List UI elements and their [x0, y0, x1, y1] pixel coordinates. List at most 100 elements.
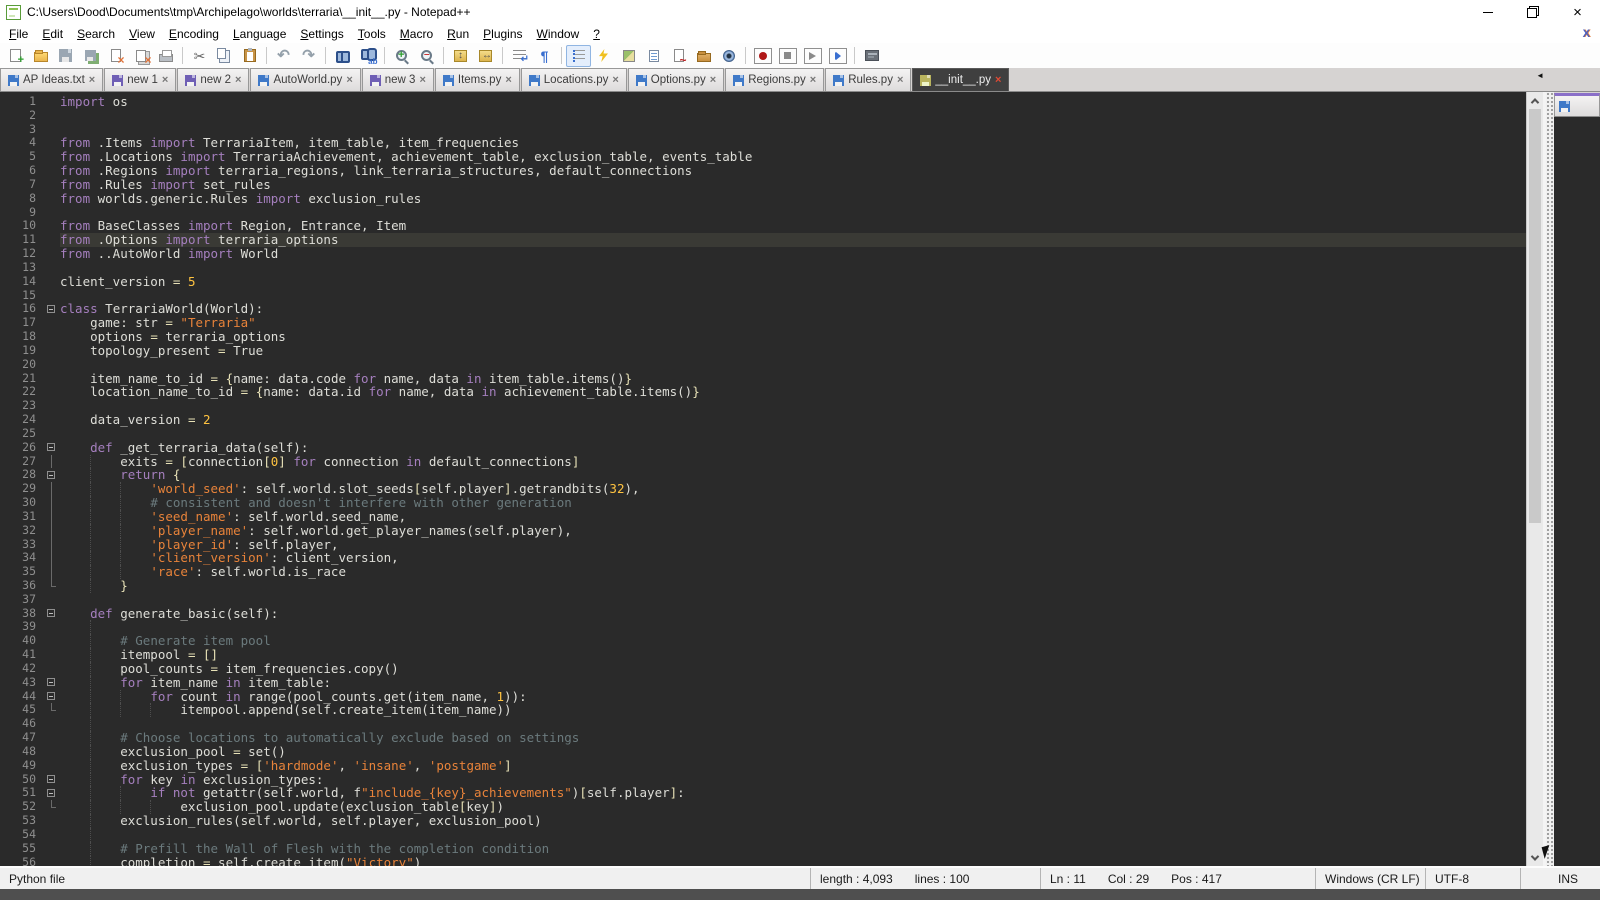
scrollbar-thumb[interactable] [1529, 109, 1541, 523]
status-eol-format[interactable]: Windows (CR LF) [1315, 868, 1425, 889]
scrollbar-up-arrow-icon[interactable] [1527, 92, 1543, 109]
close-all-button[interactable] [128, 45, 153, 67]
status-encoding[interactable]: UTF-8 [1425, 868, 1520, 889]
open-file-button[interactable] [28, 45, 53, 67]
print-button[interactable] [153, 45, 178, 67]
find-button[interactable] [330, 45, 355, 67]
tab-close-icon[interactable]: × [346, 75, 352, 86]
sync-vertical-button[interactable] [448, 45, 473, 67]
save-macro-button[interactable] [859, 45, 884, 67]
redo-button[interactable]: ↷ [296, 45, 321, 67]
tab-close-icon[interactable]: × [162, 75, 168, 86]
menu-item-encoding[interactable]: Encoding [162, 26, 226, 42]
tab-regions-py[interactable]: Regions.py× [725, 68, 824, 91]
menu-item-help[interactable]: ? [586, 26, 607, 42]
fold-collapse-icon[interactable] [47, 678, 55, 686]
tab-label: new 3 [385, 74, 416, 86]
cut-button[interactable]: ✂ [187, 45, 212, 67]
status-pos: Pos : 417 [1171, 872, 1222, 886]
tab-locations-py[interactable]: Locations.py× [521, 68, 627, 91]
run-macro-multiple-button[interactable] [825, 45, 850, 67]
tab-new-3[interactable]: new 3× [362, 68, 434, 91]
view-splitter[interactable] [1546, 92, 1554, 866]
fold-collapse-icon[interactable] [47, 609, 55, 617]
menu-item-run[interactable]: Run [440, 26, 476, 42]
fold-margin [44, 344, 60, 358]
sync-horizontal-button[interactable] [473, 45, 498, 67]
indent-guide-button[interactable] [566, 45, 591, 67]
record-macro-button[interactable] [750, 45, 775, 67]
menu-item-macro[interactable]: Macro [393, 26, 440, 42]
fold-collapse-icon[interactable] [47, 305, 55, 313]
fold-collapse-icon[interactable] [47, 775, 55, 783]
tab-new-1[interactable]: new 1 × [104, 68, 176, 91]
save-all-button[interactable] [78, 45, 103, 67]
menu-item-tools[interactable]: Tools [351, 26, 393, 42]
restore-button[interactable] [1510, 0, 1555, 24]
tab-close-icon[interactable]: × [995, 75, 1001, 86]
monitoring-button[interactable] [716, 45, 741, 67]
code-line: 24 data_version = 2 [0, 413, 1526, 427]
tab-label: new 1 [127, 74, 158, 86]
scrollbar-track[interactable] [1527, 109, 1543, 849]
save-button[interactable] [53, 45, 78, 67]
show-all-chars-button[interactable]: ¶ [532, 45, 557, 67]
copy-button[interactable] [212, 45, 237, 67]
line-number: 28 [0, 468, 44, 482]
tab-close-icon[interactable]: × [505, 75, 511, 86]
tab-close-icon[interactable]: × [89, 75, 95, 86]
fold-collapse-icon[interactable] [47, 789, 55, 797]
vertical-scrollbar[interactable] [1526, 92, 1543, 866]
fold-collapse-icon[interactable] [47, 471, 55, 479]
scrollbar-down-arrow-icon[interactable] [1527, 849, 1543, 866]
tab-scroll-left-icon[interactable]: ◄ [1536, 71, 1544, 80]
menu-item-search[interactable]: Search [70, 26, 122, 42]
tab-autoworld-py[interactable]: AutoWorld.py× [250, 68, 360, 91]
tab-ap-ideas-txt[interactable]: AP Ideas.txt× [0, 68, 103, 91]
tab-new-2[interactable]: new 2× [177, 68, 249, 91]
code-text: from ..AutoWorld import World [60, 247, 1526, 261]
tab-close-icon[interactable]: × [419, 75, 425, 86]
menu-item-view[interactable]: View [122, 26, 162, 42]
code-editor[interactable]: 1import os234from .Items import Terraria… [0, 92, 1526, 866]
play-macro-button[interactable] [800, 45, 825, 67]
new-file-button[interactable] [3, 45, 28, 67]
indent-guide [120, 565, 121, 579]
menu-item-edit[interactable]: Edit [35, 26, 70, 42]
undo-button[interactable]: ↶ [271, 45, 296, 67]
zoom-in-button[interactable] [389, 45, 414, 67]
macro-script-button[interactable] [666, 45, 691, 67]
word-wrap-button[interactable] [507, 45, 532, 67]
tab-rules-py[interactable]: Rules.py× [825, 68, 911, 91]
document-map-button[interactable] [616, 45, 641, 67]
menu-item-plugins[interactable]: Plugins [476, 26, 529, 42]
minimize-button[interactable] [1465, 0, 1510, 24]
tab--init-py[interactable]: __init__.py× [912, 68, 1009, 91]
replace-button[interactable] [355, 45, 380, 67]
menu-item-window[interactable]: Window [530, 26, 587, 42]
tab-close-icon[interactable]: × [235, 75, 241, 86]
fold-collapse-icon[interactable] [47, 692, 55, 700]
tab-close-icon[interactable]: × [810, 75, 816, 86]
close-window-button[interactable]: × [1555, 0, 1600, 24]
function-list-button[interactable] [591, 45, 616, 67]
menu-item-settings[interactable]: Settings [293, 26, 350, 42]
document-list-button[interactable] [641, 45, 666, 67]
tab-options-py[interactable]: Options.py× [628, 68, 724, 91]
paste-button[interactable] [237, 45, 262, 67]
tab-items-py[interactable]: Items.py× [435, 68, 520, 91]
tab-close-icon[interactable]: × [897, 75, 903, 86]
menu-item-file[interactable]: File [2, 26, 35, 42]
stop-macro-button[interactable] [775, 45, 800, 67]
folder-as-workspace-button[interactable] [691, 45, 716, 67]
code-text: for count in range(pool_counts.get(item_… [60, 690, 1526, 704]
second-view-partial-tab[interactable] [1554, 93, 1600, 116]
status-insert-mode[interactable]: INS [1520, 868, 1600, 889]
close-button[interactable] [103, 45, 128, 67]
fold-collapse-icon[interactable] [47, 443, 55, 451]
zoom-out-button[interactable] [414, 45, 439, 67]
second-view-editor[interactable] [1554, 116, 1600, 866]
tab-close-icon[interactable]: × [612, 75, 618, 86]
tab-close-icon[interactable]: × [710, 75, 716, 86]
menu-item-language[interactable]: Language [226, 26, 293, 42]
